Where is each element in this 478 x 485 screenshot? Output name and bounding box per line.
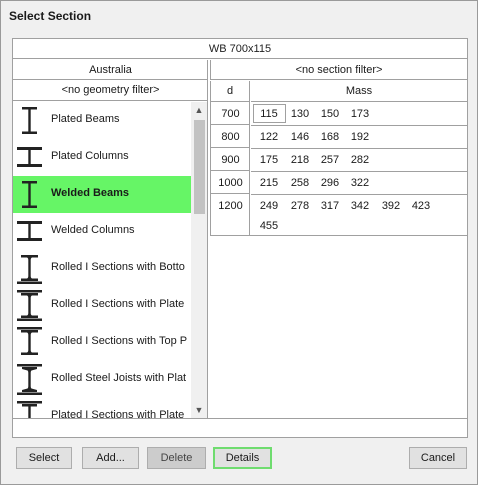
list-item-welded-columns[interactable]: Welded Columns	[13, 213, 191, 250]
mass-cell[interactable]: 130	[286, 103, 314, 125]
mass-cell[interactable]: 278	[286, 195, 314, 217]
mass-row: 122 146 168 192	[251, 126, 467, 149]
add-button[interactable]: Add...	[82, 447, 139, 469]
mass-cell[interactable]: 258	[286, 172, 314, 194]
select-button[interactable]: Select	[16, 447, 72, 469]
list-item-rolled-i-bottom[interactable]: Rolled I Sections with Botto	[13, 250, 191, 287]
mass-cell[interactable]: 317	[316, 195, 344, 217]
rolled-i-plate-icon	[17, 290, 42, 321]
mass-cell[interactable]: 342	[346, 195, 374, 217]
mass-cell[interactable]: 257	[316, 149, 344, 171]
plated-beam-icon	[22, 107, 37, 134]
mass-cell[interactable]: 168	[316, 126, 344, 148]
list-item-label: Welded Beams	[51, 187, 130, 199]
rolled-steel-joist-icon	[17, 364, 42, 395]
depth-column: d 700 800 900 1000 1200	[211, 81, 250, 235]
mass-cell[interactable]: 392	[377, 195, 405, 217]
list-item-welded-beams[interactable]: Welded Beams	[13, 176, 191, 213]
list-item-label: Welded Columns	[51, 224, 135, 236]
mass-row: 249 278 317 342 392 423 455	[251, 195, 467, 235]
scroll-down-icon[interactable]: ▼	[191, 402, 207, 418]
list-item-label: Plated Columns	[51, 150, 129, 162]
mass-cell[interactable]: 115	[255, 103, 283, 125]
section-browser-panel: WB 700x115 Australia <no geometry filter…	[12, 38, 468, 419]
list-scrollbar[interactable]: ▲ ▼	[191, 102, 207, 418]
mass-cell[interactable]: 192	[346, 126, 374, 148]
delete-button[interactable]: Delete	[147, 447, 206, 469]
welded-beam-icon	[22, 181, 37, 208]
mass-cell[interactable]: 150	[316, 103, 344, 125]
mass-cell[interactable]: 175	[255, 149, 283, 171]
depth-cell[interactable]: 1000	[211, 172, 250, 194]
list-item-rolled-steel-joists[interactable]: Rolled Steel Joists with Plat	[13, 361, 191, 398]
list-item-label: Rolled I Sections with Botto	[51, 261, 185, 273]
list-item-rolled-i-top[interactable]: Rolled I Sections with Top P	[13, 324, 191, 361]
section-filter[interactable]: <no section filter>	[210, 60, 467, 80]
depth-cell[interactable]: 900	[211, 149, 250, 171]
welded-column-icon	[17, 221, 42, 241]
dialog-title: Select Section	[9, 9, 92, 23]
depth-cell[interactable]: 1200	[211, 195, 250, 235]
mass-column: Mass 115 130 150 173 122 146 168 192 175…	[251, 81, 467, 235]
mass-cell[interactable]: 218	[286, 149, 314, 171]
mass-cell[interactable]: 146	[286, 126, 314, 148]
cancel-button[interactable]: Cancel	[409, 447, 467, 469]
list-item-label: Rolled Steel Joists with Plat	[51, 372, 187, 384]
selected-section-name: WB 700x115	[13, 39, 467, 59]
list-item-plated-beams[interactable]: Plated Beams	[13, 102, 191, 139]
rolled-i-top-plate-icon	[17, 327, 42, 355]
mass-cell[interactable]: 296	[316, 172, 344, 194]
list-item-label: Rolled I Sections with Plate	[51, 298, 185, 310]
list-item-label: Plated I Sections with Plate	[51, 409, 185, 418]
mass-row: 115 130 150 173	[251, 103, 467, 126]
title-bar: Select Section	[1, 1, 477, 32]
scroll-up-icon[interactable]: ▲	[191, 102, 207, 118]
geometry-filter[interactable]: <no geometry filter>	[13, 81, 208, 101]
depth-cell[interactable]: 800	[211, 126, 250, 148]
mass-cell[interactable]: 122	[255, 126, 283, 148]
section-type-list[interactable]: Plated Beams Plated Columns Welded Beams…	[13, 102, 191, 418]
category-pane: Australia <no geometry filter> Plated Be…	[13, 60, 208, 418]
mass-cell[interactable]: 282	[346, 149, 374, 171]
size-grid: d 700 800 900 1000 1200 Mass 115 130 150…	[210, 81, 467, 236]
status-bar	[12, 419, 468, 438]
scrollbar-thumb[interactable]	[194, 120, 205, 214]
mass-cell[interactable]: 215	[255, 172, 283, 194]
mass-cell[interactable]: 249	[255, 195, 283, 217]
mass-row: 215 258 296 322	[251, 172, 467, 195]
mass-header: Mass	[251, 81, 467, 102]
rolled-i-bottom-plate-icon	[17, 255, 42, 284]
list-item-label: Rolled I Sections with Top P	[51, 335, 188, 347]
size-pane: <no section filter> d 700 800 900 1000 1…	[210, 60, 467, 418]
mass-cell[interactable]: 173	[346, 103, 374, 125]
details-button[interactable]: Details	[213, 447, 272, 469]
depth-header: d	[211, 81, 249, 102]
list-item-plated-i-sections[interactable]: Plated I Sections with Plate	[13, 398, 191, 418]
list-item-rolled-i-plate[interactable]: Rolled I Sections with Plate	[13, 287, 191, 324]
list-item-plated-columns[interactable]: Plated Columns	[13, 139, 191, 176]
mass-cell[interactable]: 423	[407, 195, 435, 217]
country-header[interactable]: Australia	[13, 60, 208, 80]
mass-cell[interactable]: 322	[346, 172, 374, 194]
plated-i-section-icon	[17, 401, 42, 418]
depth-cell[interactable]: 700	[211, 103, 250, 125]
select-section-dialog: Select Section WB 700x115 Australia <no …	[0, 0, 478, 485]
mass-cell[interactable]: 455	[255, 215, 283, 237]
plated-column-icon	[17, 147, 42, 167]
mass-row: 175 218 257 282	[251, 149, 467, 172]
list-item-label: Plated Beams	[51, 113, 120, 125]
